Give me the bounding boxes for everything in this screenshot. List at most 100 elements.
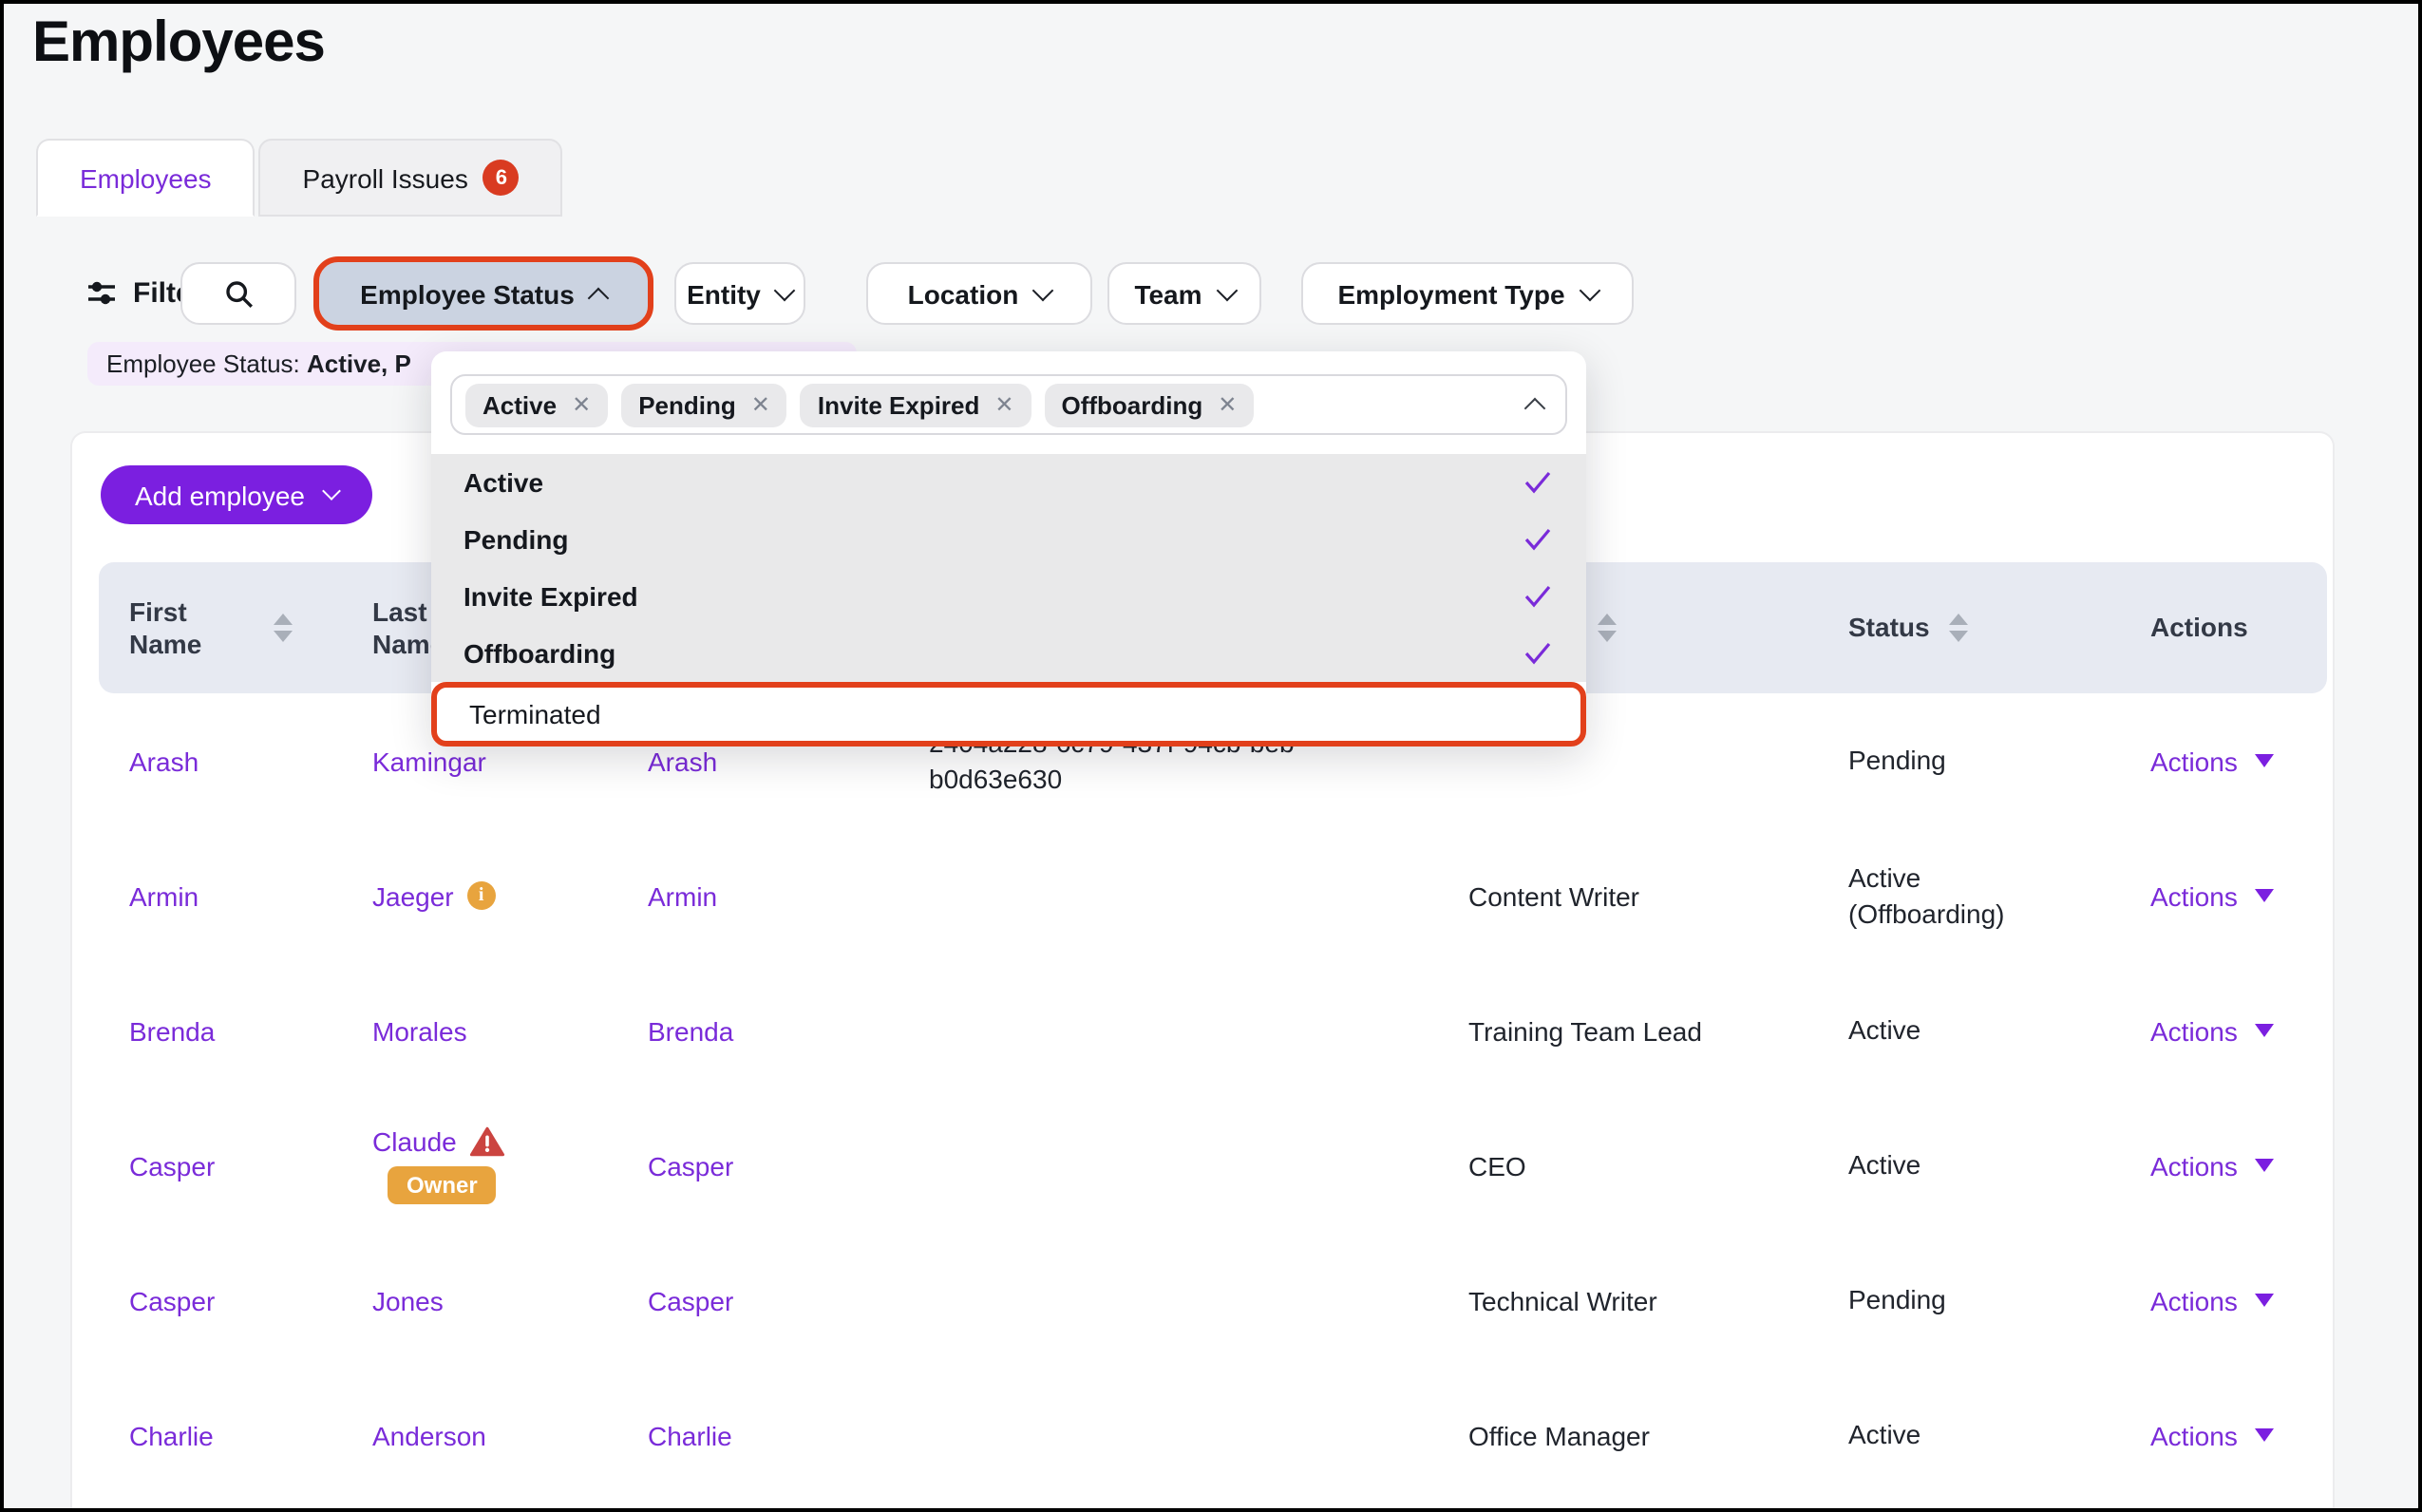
add-employee-label: Add employee — [135, 480, 305, 510]
option-active[interactable]: Active — [431, 454, 1586, 511]
employment-type-button-label: Employment Type — [1337, 278, 1564, 309]
tab-payroll-issues[interactable]: Payroll Issues 6 — [259, 139, 563, 217]
search-button[interactable] — [180, 262, 296, 325]
job-title-cell: Content Writer — [1468, 880, 1848, 911]
last-name-link[interactable]: Anderson — [372, 1420, 486, 1450]
row-actions-button[interactable]: Actions — [2150, 746, 2327, 776]
chevron-down-icon — [321, 482, 340, 501]
tag-label: Offboarding — [1062, 390, 1203, 419]
status-header-label: Status — [1848, 612, 1930, 644]
preferred-name-link[interactable]: Arash — [648, 746, 717, 776]
preferred-name-link[interactable]: Brenda — [648, 1015, 733, 1046]
last-name-link[interactable]: Kamingar — [372, 746, 486, 776]
status-tag-invite-expired: Invite Expired ✕ — [801, 383, 1031, 426]
first-name-header-label: First Name — [99, 595, 247, 660]
row-actions-button[interactable]: Actions — [2150, 1285, 2327, 1315]
sort-down-icon — [1949, 631, 1968, 642]
chip-values: Active, P — [307, 350, 411, 378]
row-actions-button[interactable]: Actions — [2150, 1015, 2327, 1046]
chevron-down-icon — [1216, 279, 1238, 301]
tag-label: Pending — [638, 390, 736, 419]
preferred-name-link[interactable]: Armin — [648, 880, 717, 911]
option-label: Invite Expired — [464, 581, 638, 612]
remove-tag-icon[interactable]: ✕ — [572, 391, 591, 418]
option-label: Active — [464, 467, 543, 498]
sort-down-icon — [1598, 631, 1617, 642]
chevron-down-icon — [1579, 279, 1600, 301]
caret-down-icon — [2255, 754, 2274, 767]
table-body: Arash Kamingar Arash 2404a228-6c79-437f-… — [99, 693, 2327, 1503]
add-employee-button[interactable]: Add employee — [101, 465, 371, 524]
header-first-name[interactable]: First Name — [99, 595, 372, 660]
chip-prefix: Employee Status: — [106, 350, 307, 378]
filter-employee-status-button[interactable]: Employee Status — [319, 262, 648, 325]
table-row: Brenda Morales Brenda Training Team Lead… — [99, 963, 2327, 1098]
owner-badge: Owner — [388, 1166, 497, 1204]
table-row: Armin Jaegeri Armin Content Writer Activ… — [99, 828, 2327, 963]
sort-icon[interactable] — [1949, 614, 1968, 642]
first-name-link[interactable]: Casper — [129, 1285, 215, 1315]
warning-icon[interactable] — [470, 1126, 506, 1157]
sort-up-icon — [274, 614, 293, 625]
row-actions-button[interactable]: Actions — [2150, 1420, 2327, 1450]
remove-tag-icon[interactable]: ✕ — [994, 391, 1013, 418]
payroll-issues-count-badge: 6 — [483, 160, 520, 196]
status-tag-offboarding: Offboarding ✕ — [1045, 383, 1255, 426]
option-invite-expired[interactable]: Invite Expired — [431, 568, 1586, 625]
first-name-link[interactable]: Casper — [129, 1150, 215, 1181]
tab-payroll-issues-label: Payroll Issues — [303, 162, 468, 193]
check-icon — [1523, 585, 1552, 608]
option-pending[interactable]: Pending — [431, 511, 1586, 568]
sort-icon[interactable] — [274, 614, 293, 642]
tag-label: Active — [483, 390, 557, 419]
actions-label: Actions — [2150, 1015, 2238, 1046]
preferred-name-link[interactable]: Charlie — [648, 1420, 732, 1450]
first-name-link[interactable]: Arash — [129, 746, 199, 776]
location-button-label: Location — [908, 278, 1019, 309]
filter-location-button[interactable]: Location — [866, 262, 1092, 325]
job-title-cell: CEO — [1468, 1150, 1848, 1181]
status-cell: Active — [1848, 1417, 2150, 1453]
first-name-link[interactable]: Brenda — [129, 1015, 215, 1046]
header-status[interactable]: Status — [1848, 612, 2150, 644]
first-name-link[interactable]: Charlie — [129, 1420, 214, 1450]
filter-employment-type-button[interactable]: Employment Type — [1301, 262, 1634, 325]
actions-header-label: Actions — [2150, 612, 2248, 644]
check-icon — [1523, 471, 1552, 494]
status-tag-pending: Pending ✕ — [621, 383, 787, 426]
last-name-link[interactable]: Jaeger — [372, 880, 454, 911]
status-tag-input[interactable]: Active ✕ Pending ✕ Invite Expired ✕ Offb… — [450, 374, 1567, 435]
last-name-link[interactable]: Claude — [372, 1126, 457, 1157]
option-terminated[interactable]: Terminated — [431, 682, 1586, 747]
header-actions: Actions — [2150, 612, 2327, 644]
remove-tag-icon[interactable]: ✕ — [1218, 391, 1237, 418]
remove-tag-icon[interactable]: ✕ — [751, 391, 770, 418]
job-title-cell: Technical Writer — [1468, 1285, 1848, 1315]
row-actions-button[interactable]: Actions — [2150, 1150, 2327, 1181]
sort-icon[interactable] — [1598, 614, 1617, 642]
tab-employees[interactable]: Employees — [36, 139, 255, 217]
info-icon[interactable]: i — [467, 881, 496, 910]
table-row: Casper Claude Owner — [99, 1098, 2327, 1233]
chevron-up-icon[interactable] — [1524, 398, 1546, 420]
employee-status-button-label: Employee Status — [360, 278, 575, 309]
status-cell: Pending — [1848, 1282, 2150, 1318]
row-actions-button[interactable]: Actions — [2150, 880, 2327, 911]
option-offboarding[interactable]: Offboarding — [431, 625, 1586, 682]
tab-bar: Employees Payroll Issues 6 — [36, 139, 563, 217]
job-title-cell: Office Manager — [1468, 1420, 1848, 1450]
team-button-label: Team — [1134, 278, 1202, 309]
filter-entity-button[interactable]: Entity — [674, 262, 805, 325]
employee-status-dropdown: Active ✕ Pending ✕ Invite Expired ✕ Offb… — [431, 351, 1586, 747]
entity-button-label: Entity — [687, 278, 761, 309]
caret-down-icon — [2255, 1294, 2274, 1307]
first-name-link[interactable]: Armin — [129, 880, 199, 911]
preferred-name-link[interactable]: Casper — [648, 1285, 733, 1315]
last-name-link[interactable]: Morales — [372, 1015, 467, 1046]
preferred-name-link[interactable]: Casper — [648, 1150, 733, 1181]
filter-team-button[interactable]: Team — [1107, 262, 1261, 325]
last-name-link[interactable]: Jones — [372, 1285, 444, 1315]
actions-label: Actions — [2150, 1150, 2238, 1181]
check-icon — [1523, 642, 1552, 665]
check-icon — [1523, 528, 1552, 551]
